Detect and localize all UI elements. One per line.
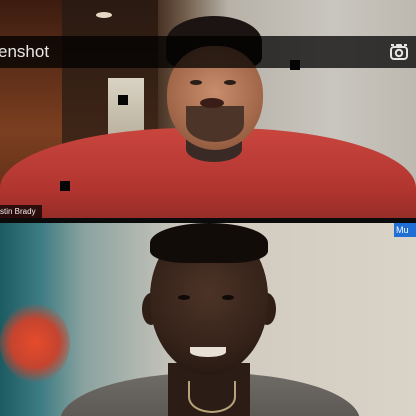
- pixel-artifact: [118, 95, 128, 105]
- right-eye: [222, 295, 234, 300]
- beard: [186, 106, 244, 142]
- participant-badge: Mu: [394, 223, 416, 237]
- video-feed: [0, 223, 416, 416]
- mouth: [190, 347, 226, 357]
- pixel-artifact: [290, 60, 300, 70]
- screenshot-toolbar: enshot: [0, 36, 416, 68]
- toolbar-title: enshot: [0, 42, 50, 61]
- ceiling-light: [96, 12, 112, 18]
- necklace: [188, 381, 236, 413]
- participant-video-tile[interactable]: [0, 223, 416, 416]
- participant-name-label: stin Brady: [0, 205, 42, 219]
- right-eye: [224, 80, 236, 85]
- pixel-artifact: [60, 181, 70, 191]
- hair: [150, 223, 268, 263]
- left-eye: [178, 295, 190, 300]
- camera-icon[interactable]: [389, 42, 409, 62]
- left-eye: [190, 80, 202, 85]
- mouth: [200, 98, 224, 108]
- blurred-background-object: [0, 303, 70, 383]
